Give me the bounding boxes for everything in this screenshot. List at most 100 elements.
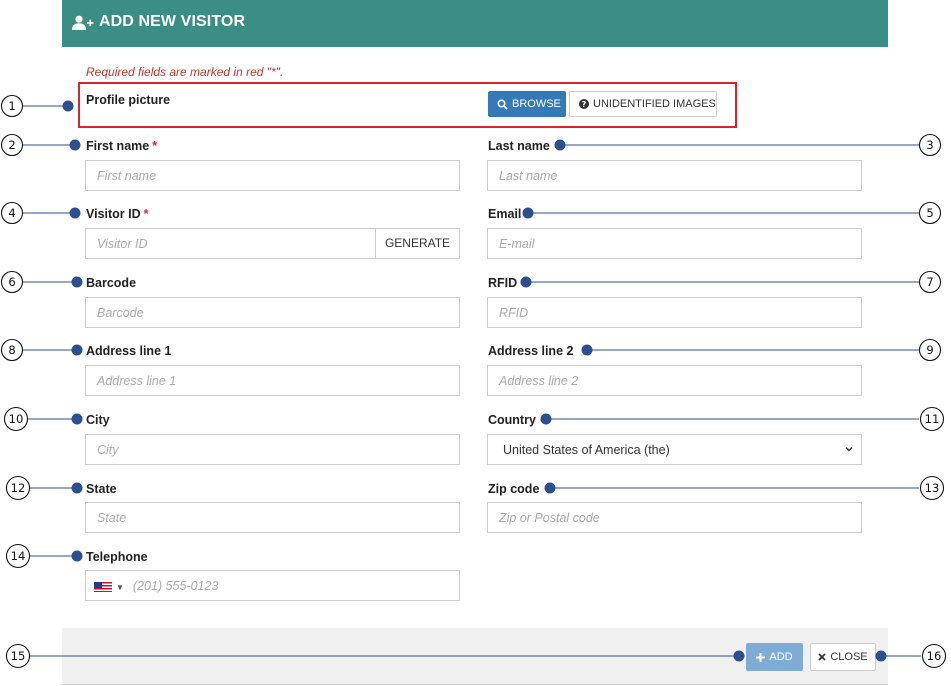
callout-dot bbox=[544, 482, 556, 494]
last-name-label: Last name bbox=[488, 139, 550, 153]
callout-number-16: 16 bbox=[927, 649, 942, 663]
add-label: ADD bbox=[769, 651, 793, 663]
rfid-input[interactable]: RFID bbox=[487, 297, 862, 328]
zip-code-label: Zip code bbox=[488, 482, 540, 496]
callout-number-9: 9 bbox=[926, 343, 933, 357]
close-button[interactable]: CLOSE bbox=[810, 643, 876, 671]
zip-code-input[interactable]: Zip or Postal code bbox=[487, 502, 862, 533]
callout-number-14: 14 bbox=[11, 549, 26, 563]
callout-dot bbox=[520, 276, 532, 288]
user-plus-icon bbox=[72, 15, 94, 30]
svg-text:?: ? bbox=[582, 100, 587, 109]
close-label: CLOSE bbox=[830, 651, 868, 663]
callout-circle bbox=[0, 270, 24, 294]
callout-circle bbox=[918, 270, 942, 294]
callout-dot bbox=[69, 207, 81, 219]
telephone-placeholder: (201) 555-0123 bbox=[132, 579, 219, 593]
callout-circle bbox=[5, 543, 31, 569]
callout-circle bbox=[919, 475, 945, 501]
callout-dot bbox=[71, 550, 83, 562]
add-visitor-dialog: ADD NEW VISITOR Required fields are mark… bbox=[0, 0, 951, 686]
callout-dot bbox=[71, 482, 83, 494]
chevron-down-icon bbox=[845, 446, 853, 452]
last-name-input[interactable]: Last name bbox=[487, 160, 862, 191]
profile-picture-label: Profile picture bbox=[86, 93, 171, 107]
visitor-id-label-text: Visitor ID bbox=[86, 207, 141, 221]
add-button[interactable]: ADD bbox=[746, 643, 803, 671]
dialog-title: ADD NEW VISITOR bbox=[99, 13, 246, 30]
first-name-input[interactable]: First name bbox=[85, 160, 460, 191]
city-input[interactable]: City bbox=[85, 434, 460, 465]
callout-number-7: 7 bbox=[926, 275, 933, 289]
callout-dot bbox=[62, 100, 74, 112]
callout-circle bbox=[918, 338, 942, 362]
country-label: Country bbox=[488, 413, 536, 427]
callout-number-4: 4 bbox=[8, 206, 15, 220]
callout-circle bbox=[0, 94, 24, 118]
callout-dot bbox=[69, 139, 81, 151]
rfid-label: RFID bbox=[488, 276, 518, 290]
callout-number-12: 12 bbox=[11, 481, 26, 495]
telephone-input[interactable]: ▼ (201) 555-0123 bbox=[85, 570, 460, 601]
city-label: City bbox=[86, 413, 110, 427]
required-marker: * bbox=[152, 139, 158, 153]
callout-number-3: 3 bbox=[926, 138, 933, 152]
visitor-id-label: Visitor ID * bbox=[86, 207, 149, 221]
callout-dot bbox=[71, 344, 83, 356]
callout-circle bbox=[0, 338, 24, 362]
address-line-2-input[interactable]: Address line 2 bbox=[487, 365, 862, 396]
first-name-label: First name * bbox=[86, 139, 157, 153]
first-name-label-text: First name bbox=[86, 139, 150, 153]
callout-number-10: 10 bbox=[9, 412, 24, 426]
browse-label: BROWSE bbox=[512, 98, 561, 110]
callout-dot bbox=[522, 207, 534, 219]
email-input[interactable]: E-mail bbox=[487, 228, 862, 259]
plus-icon bbox=[756, 652, 766, 662]
telephone-label: Telephone bbox=[86, 550, 148, 564]
search-icon bbox=[497, 98, 508, 110]
callout-number-5: 5 bbox=[926, 206, 933, 220]
callout-circle bbox=[0, 201, 24, 225]
unidentified-images-button[interactable]: ? UNIDENTIFIED IMAGES bbox=[569, 91, 717, 117]
callout-dot bbox=[581, 344, 593, 356]
callout-dot bbox=[71, 276, 83, 288]
callout-number-15: 15 bbox=[11, 649, 26, 663]
state-label: State bbox=[86, 482, 117, 496]
callout-number-8: 8 bbox=[8, 343, 15, 357]
callout-circle bbox=[5, 643, 31, 669]
callout-circle bbox=[3, 406, 29, 432]
callout-dot bbox=[71, 413, 83, 425]
close-icon bbox=[818, 653, 826, 661]
question-circle-icon: ? bbox=[579, 99, 589, 109]
address-line-1-label: Address line 1 bbox=[86, 344, 172, 358]
callout-number-11: 11 bbox=[925, 412, 940, 426]
generate-button[interactable]: GENERATE bbox=[375, 228, 460, 259]
callout-circle bbox=[919, 406, 945, 432]
caret-down-icon[interactable]: ▼ bbox=[116, 583, 124, 592]
callout-circle bbox=[5, 475, 31, 501]
callout-dot bbox=[540, 413, 552, 425]
callout-number-13: 13 bbox=[925, 481, 940, 495]
callout-dot bbox=[554, 139, 566, 151]
country-select[interactable]: United States of America (the) bbox=[487, 434, 862, 465]
address-line-1-input[interactable]: Address line 1 bbox=[85, 365, 460, 396]
dialog-header: ADD NEW VISITOR bbox=[62, 0, 888, 47]
state-input[interactable]: State bbox=[85, 502, 460, 533]
required-fields-note: Required fields are marked in red "*". bbox=[86, 65, 284, 79]
callout-number-2: 2 bbox=[8, 138, 15, 152]
email-label: Email bbox=[488, 207, 522, 221]
country-selected-value: United States of America (the) bbox=[503, 443, 670, 457]
address-line-2-label: Address line 2 bbox=[488, 344, 574, 358]
browse-button[interactable]: BROWSE bbox=[488, 91, 566, 117]
callout-number-6: 6 bbox=[8, 275, 15, 289]
callout-number-1: 1 bbox=[8, 99, 15, 113]
required-marker: * bbox=[143, 207, 149, 221]
callout-circle bbox=[0, 133, 24, 157]
callout-circle bbox=[918, 133, 942, 157]
callout-circle bbox=[918, 201, 942, 225]
barcode-label: Barcode bbox=[86, 276, 137, 290]
barcode-input[interactable]: Barcode bbox=[85, 297, 460, 328]
us-flag-icon[interactable] bbox=[94, 581, 112, 592]
callout-circle bbox=[921, 643, 947, 669]
visitor-id-input[interactable]: Visitor ID bbox=[85, 228, 376, 259]
